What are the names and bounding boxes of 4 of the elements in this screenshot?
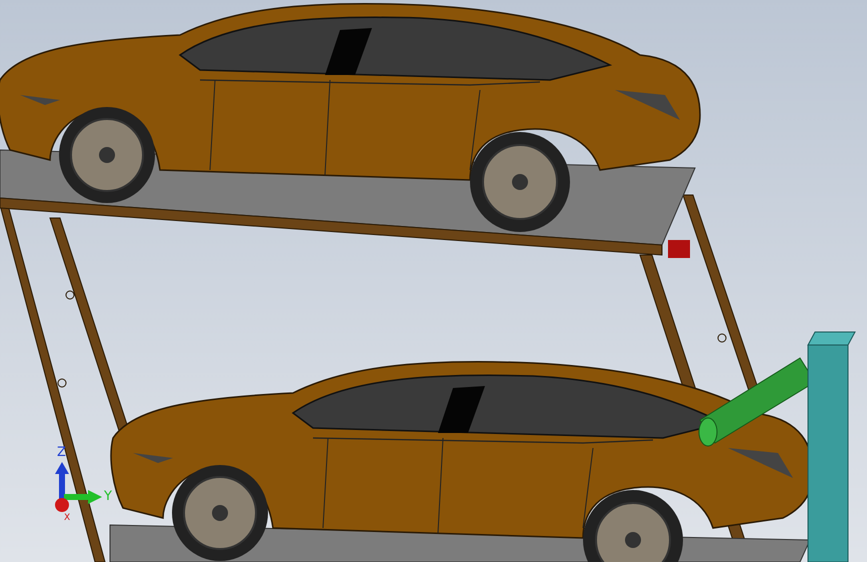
axis-label: Z	[57, 445, 66, 460]
axis-triad-icon	[55, 462, 102, 512]
axis-label: Y	[104, 489, 112, 504]
axis-label: X	[64, 513, 70, 523]
